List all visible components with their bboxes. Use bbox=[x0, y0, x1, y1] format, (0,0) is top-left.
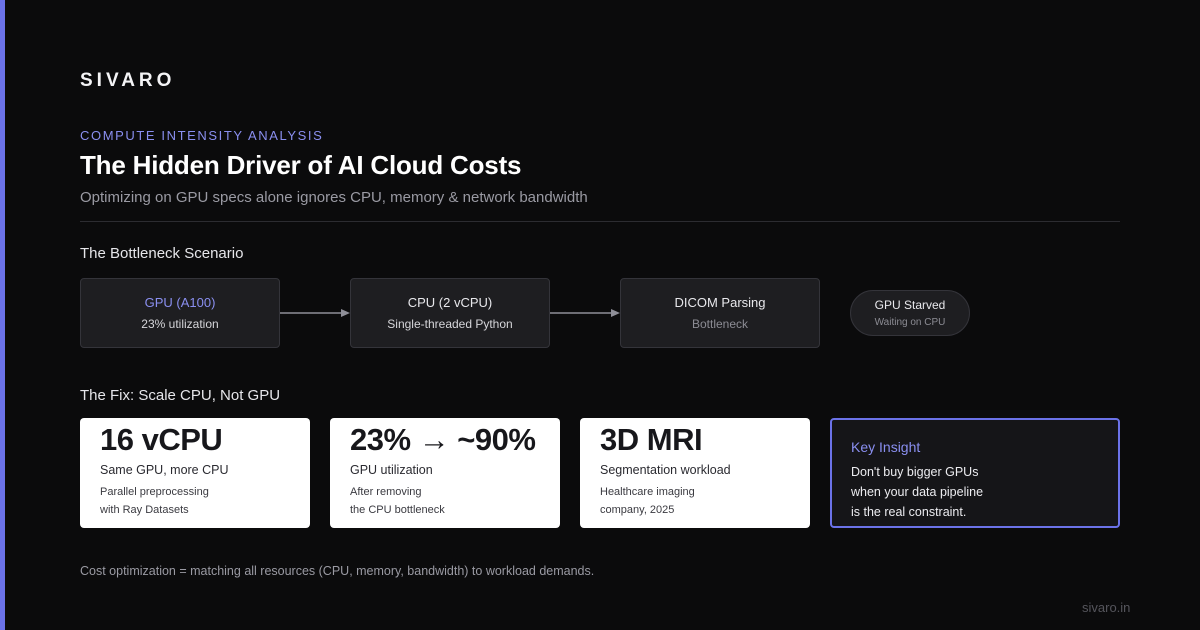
flow-step-subtitle: Bottleneck bbox=[691, 317, 749, 331]
flow-step-title: CPU (2 vCPU) bbox=[407, 295, 493, 310]
flow-step-cpu: CPU (2 vCPU) Single-threaded Python bbox=[350, 278, 550, 348]
footer-note: Cost optimization = matching all resourc… bbox=[80, 564, 595, 578]
stat-label: GPU utilization bbox=[350, 463, 433, 477]
stat-note: Parallel preprocessing with Ray Datasets bbox=[100, 486, 209, 516]
insight-body: Don't buy bigger GPUs when your data pip… bbox=[851, 465, 984, 519]
stat-note: Healthcare imaging company, 2025 bbox=[600, 486, 695, 516]
accent-bar bbox=[0, 0, 5, 630]
page-title: The Hidden Driver of AI Cloud Costs bbox=[80, 150, 522, 180]
bottleneck-section-label: The Bottleneck Scenario bbox=[80, 245, 244, 262]
brand-logo: SIVARO bbox=[80, 70, 176, 91]
key-insight-card: Key Insight Don't buy bigger GPUs when y… bbox=[830, 418, 1120, 528]
flow-step-title: GPU (A100) bbox=[144, 295, 216, 310]
divider bbox=[80, 221, 1120, 222]
stat-label: Same GPU, more CPU bbox=[100, 463, 229, 477]
flow-step-subtitle: Single-threaded Python bbox=[387, 317, 513, 331]
stat-label: Segmentation workload bbox=[600, 463, 731, 477]
fix-section-label: The Fix: Scale CPU, Not GPU bbox=[80, 387, 281, 404]
stat-value: 23% → ~90% bbox=[350, 422, 536, 457]
flow-arrow bbox=[280, 309, 350, 317]
site-url: sivaro.in bbox=[1082, 600, 1131, 615]
page-subtitle: Optimizing on GPU specs alone ignores CP… bbox=[80, 189, 588, 206]
flow-step-subtitle: 23% utilization bbox=[141, 317, 219, 331]
stat-value: 16 vCPU bbox=[100, 422, 223, 457]
stat-card-utilization: 23% → ~90% GPU utilization After removin… bbox=[330, 418, 560, 528]
insight-title: Key Insight bbox=[851, 439, 921, 455]
flow-step-dicom: DICOM Parsing Bottleneck bbox=[620, 278, 820, 348]
flow-step-title: DICOM Parsing bbox=[674, 295, 766, 310]
pill-title: GPU Starved bbox=[874, 298, 946, 312]
eyebrow-label: COMPUTE INTENSITY ANALYSIS bbox=[80, 128, 324, 143]
pill-subtitle: Waiting on CPU bbox=[874, 317, 946, 328]
flow-step-gpu: GPU (A100) 23% utilization bbox=[80, 278, 280, 348]
gpu-starved-pill: GPU Starved Waiting on CPU bbox=[850, 290, 970, 336]
stat-card-vcpu: 16 vCPU Same GPU, more CPU Parallel prep… bbox=[80, 418, 310, 528]
stat-card-workload: 3D MRI Segmentation workload Healthcare … bbox=[580, 418, 810, 528]
stat-note: After removing the CPU bottleneck bbox=[350, 486, 445, 516]
flow-arrow bbox=[550, 309, 620, 317]
stat-value: 3D MRI bbox=[600, 422, 703, 457]
